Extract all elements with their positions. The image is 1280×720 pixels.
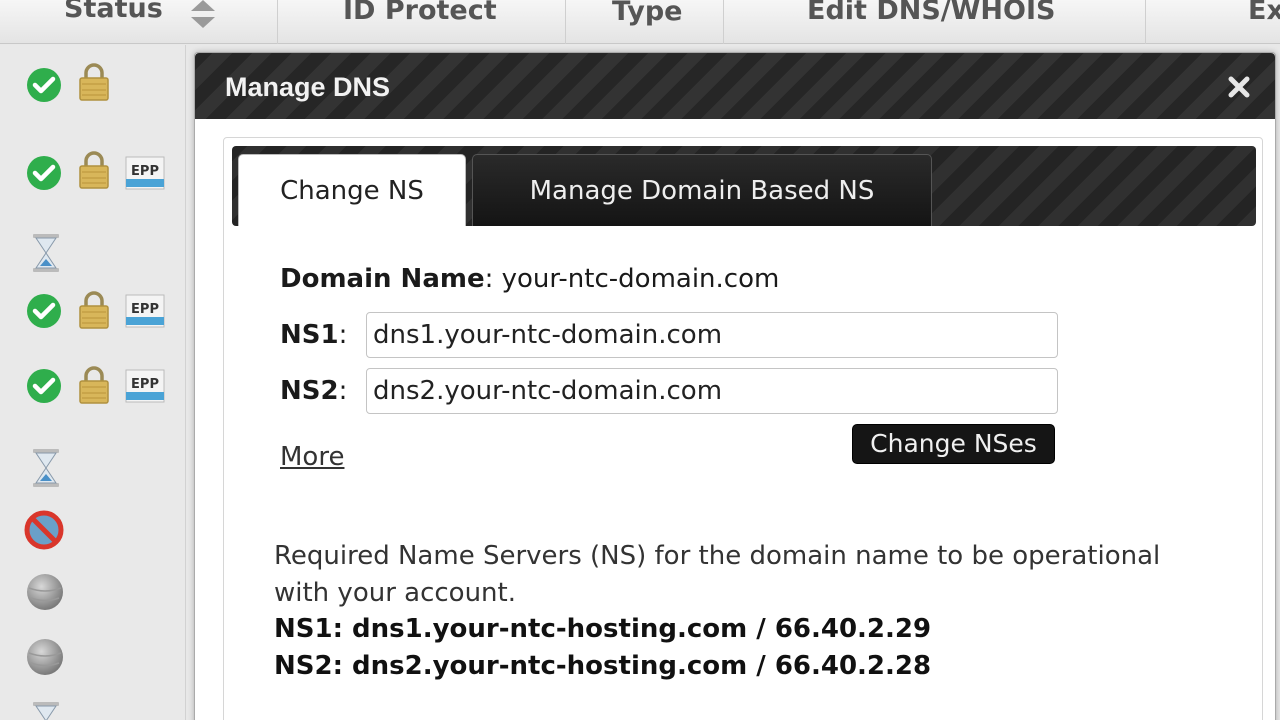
column-header-label: ID Protect [343, 0, 497, 26]
status-row [0, 568, 186, 628]
epp-icon-label: EPP [131, 377, 159, 392]
status-row: EPP [0, 360, 186, 420]
epp-icon: EPP [125, 369, 165, 403]
column-header-expiry[interactable]: Ex [1146, 0, 1280, 44]
check-icon [27, 369, 61, 403]
epp-icon: EPP [125, 294, 165, 328]
ns1-label: NS1 [280, 320, 339, 350]
status-row [0, 59, 186, 119]
column-header-edit-dns-whois[interactable]: Edit DNS/WHOIS [724, 0, 1146, 44]
gray-globe-icon [27, 574, 63, 610]
status-row [0, 633, 186, 693]
ns2-input[interactable] [366, 368, 1058, 414]
epp-icon-label: EPP [131, 302, 159, 317]
hourglass-icon [33, 234, 59, 272]
more-link[interactable]: More [280, 442, 344, 472]
label-colon: : [338, 320, 348, 350]
ns2-label-row: NS2: [280, 376, 347, 406]
column-header-id-protect[interactable]: ID Protect [278, 0, 566, 44]
column-header-type[interactable]: Type [566, 0, 724, 44]
lock-icon [79, 366, 109, 404]
lock-icon [79, 63, 109, 101]
change-nses-button[interactable]: Change NSes [852, 424, 1055, 464]
domain-name-row: Domain Name: your-ntc-domain.com [280, 264, 779, 294]
status-row [0, 695, 186, 720]
column-header-label: Status [64, 0, 163, 24]
required-ns1: NS1: dns1.your-ntc-hosting.com / 66.40.2… [274, 614, 932, 644]
gray-globe-icon [27, 639, 63, 675]
dialog-body: Change NS Manage Domain Based NS Domain … [223, 137, 1263, 720]
status-row: EPP [0, 285, 186, 345]
status-column: EPP EPP EPP [0, 45, 186, 720]
required-ns2: NS2: dns2.your-ntc-hosting.com / 66.40.2… [274, 651, 932, 681]
tab-label: Change NS [280, 175, 424, 206]
tab-change-ns[interactable]: Change NS [238, 154, 466, 226]
domain-name-value: your-ntc-domain.com [501, 264, 780, 294]
hourglass-icon [33, 702, 59, 720]
epp-icon: EPP [125, 156, 165, 190]
check-icon [27, 68, 61, 102]
tab-label: Manage Domain Based NS [529, 175, 875, 206]
ns1-label-row: NS1: [280, 320, 347, 350]
domain-name-label: Domain Name [280, 264, 485, 294]
status-row [0, 440, 186, 500]
required-ns-description: Required Name Servers (NS) for the domai… [274, 541, 1161, 608]
status-row: EPP [0, 145, 186, 205]
column-header-label: Edit DNS/WHOIS [807, 0, 1056, 26]
sort-icon[interactable] [190, 0, 216, 30]
label-colon: : [484, 264, 494, 294]
status-row [0, 225, 186, 285]
tab-manage-domain-based-ns[interactable]: Manage Domain Based NS [472, 154, 932, 226]
column-header-status[interactable]: Status [0, 0, 278, 44]
check-icon [27, 294, 61, 328]
manage-dns-dialog: Manage DNS Change NS Manage Domain Based… [194, 52, 1276, 720]
prohibited-icon [24, 510, 64, 550]
status-row [0, 505, 186, 565]
label-colon: : [338, 376, 348, 406]
close-icon[interactable] [1225, 73, 1253, 101]
ns2-label: NS2 [280, 376, 339, 406]
table-header: Status ID Protect Type Edit DNS/WHOIS Ex [0, 0, 1280, 44]
column-header-label: Type [612, 0, 683, 27]
hourglass-icon [33, 449, 59, 487]
lock-icon [79, 291, 109, 329]
epp-icon-label: EPP [131, 164, 159, 179]
column-header-label: Ex [1248, 0, 1280, 26]
check-icon [27, 156, 61, 190]
tab-bar: Change NS Manage Domain Based NS [232, 146, 1256, 226]
dialog-titlebar[interactable]: Manage DNS [195, 53, 1275, 119]
lock-icon [79, 151, 109, 189]
dialog-title: Manage DNS [225, 72, 391, 102]
ns1-input[interactable] [366, 312, 1058, 358]
